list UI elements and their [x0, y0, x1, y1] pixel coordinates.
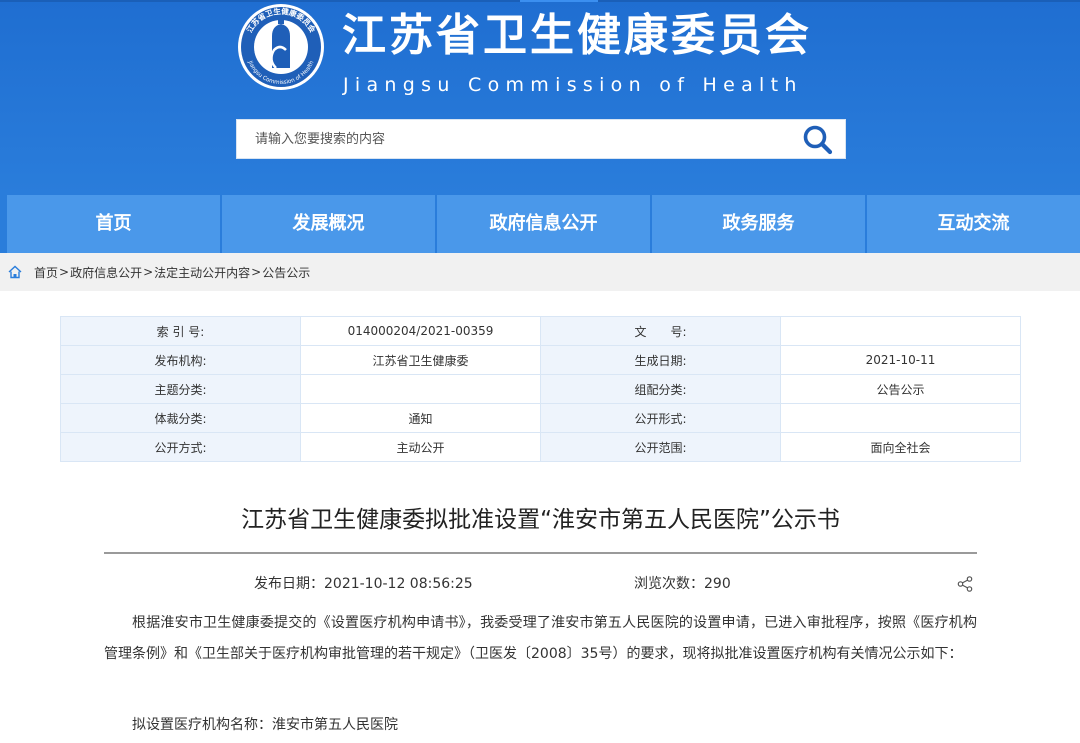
publish-date: 发布日期：2021-10-12 08:56:25 — [254, 576, 473, 592]
meta-label: 组配分类: — [540, 374, 781, 404]
main-nav: 首页 发展概况 政府信息公开 政务服务 互动交流 — [0, 195, 1080, 253]
meta-value: 主动公开 — [300, 432, 541, 462]
breadcrumb-separator: > — [143, 265, 154, 279]
home-icon[interactable] — [8, 265, 22, 279]
nav-interaction[interactable]: 互动交流 — [867, 195, 1080, 253]
table-row: 公开方式: 主动公开 公开范围: 面向全社会 — [60, 432, 1021, 462]
top-strip — [0, 0, 1080, 2]
title-divider — [104, 552, 977, 554]
table-row: 发布机构: 江苏省卫生健康委 生成日期: 2021-10-11 — [60, 345, 1021, 375]
meta-label: 发布机构: — [60, 345, 301, 375]
article-paragraph: 根据淮安市卫生健康委提交的《设置医疗机构申请书》，我委受理了淮安市第五人民医院的… — [104, 615, 977, 662]
nav-home[interactable]: 首页 — [7, 195, 220, 253]
nav-overview[interactable]: 发展概况 — [222, 195, 435, 253]
breadcrumb: 首页 > 政府信息公开 > 法定主动公开内容 > 公告公示 — [0, 253, 1080, 291]
meta-label: 公开方式: — [60, 432, 301, 462]
table-row: 体裁分类: 通知 公开形式: — [60, 403, 1021, 433]
search-input[interactable] — [237, 120, 787, 158]
search-icon[interactable] — [801, 123, 835, 157]
meta-value: 面向全社会 — [780, 432, 1021, 462]
commission-logo[interactable]: 江苏省卫生健康委员会 Jiangsu Commission of Health — [236, 2, 326, 92]
meta-label: 公开形式: — [540, 403, 781, 433]
meta-label: 索 引 号: — [60, 316, 301, 346]
view-count: 浏览次数：290 — [634, 576, 731, 592]
meta-label: 生成日期: — [540, 345, 781, 375]
table-row: 主题分类: 组配分类: 公告公示 — [60, 374, 1021, 404]
meta-value: 通知 — [300, 403, 541, 433]
breadcrumb-separator: > — [59, 265, 70, 279]
breadcrumb-separator: > — [251, 265, 262, 279]
meta-value — [780, 403, 1021, 433]
meta-label: 公开范围: — [540, 432, 781, 462]
meta-label: 主题分类: — [60, 374, 301, 404]
site-title: 江苏省卫生健康委员会 — [342, 10, 812, 61]
meta-label: 文 号: — [540, 316, 781, 346]
meta-value: 014000204/2021-00359 — [300, 316, 541, 346]
breadcrumb-announcements[interactable]: 公告公示 — [262, 264, 310, 281]
article-info: 发布日期：2021-10-12 08:56:25 浏览次数：290 — [104, 572, 977, 596]
meta-table: 索 引 号: 014000204/2021-00359 文 号: 发布机构: 江… — [60, 316, 1021, 462]
breadcrumb-home[interactable]: 首页 — [34, 264, 58, 281]
article-facility-name: 拟设置医疗机构名称：淮安市第五人民医院 — [132, 717, 398, 733]
share-icon[interactable] — [957, 576, 973, 592]
article-title: 江苏省卫生健康委拟批准设置“淮安市第五人民医院”公示书 — [241, 507, 840, 533]
meta-value: 2021-10-11 — [780, 345, 1021, 375]
site-header: 江苏省卫生健康委员会 Jiangsu Commission of Health … — [0, 0, 1080, 195]
meta-value — [780, 316, 1021, 346]
nav-gov-info[interactable]: 政府信息公开 — [437, 195, 650, 253]
meta-value — [300, 374, 541, 404]
nav-services[interactable]: 政务服务 — [652, 195, 865, 253]
meta-value: 公告公示 — [780, 374, 1021, 404]
breadcrumb-statutory[interactable]: 法定主动公开内容 — [154, 264, 250, 281]
search-box — [236, 119, 846, 159]
top-strip-mark — [520, 0, 598, 2]
breadcrumb-gov-info[interactable]: 政府信息公开 — [70, 264, 142, 281]
table-row: 索 引 号: 014000204/2021-00359 文 号: — [60, 316, 1021, 346]
site-subtitle: Jiangsu Commission of Health — [343, 74, 803, 96]
meta-value: 江苏省卫生健康委 — [300, 345, 541, 375]
meta-label: 体裁分类: — [60, 403, 301, 433]
